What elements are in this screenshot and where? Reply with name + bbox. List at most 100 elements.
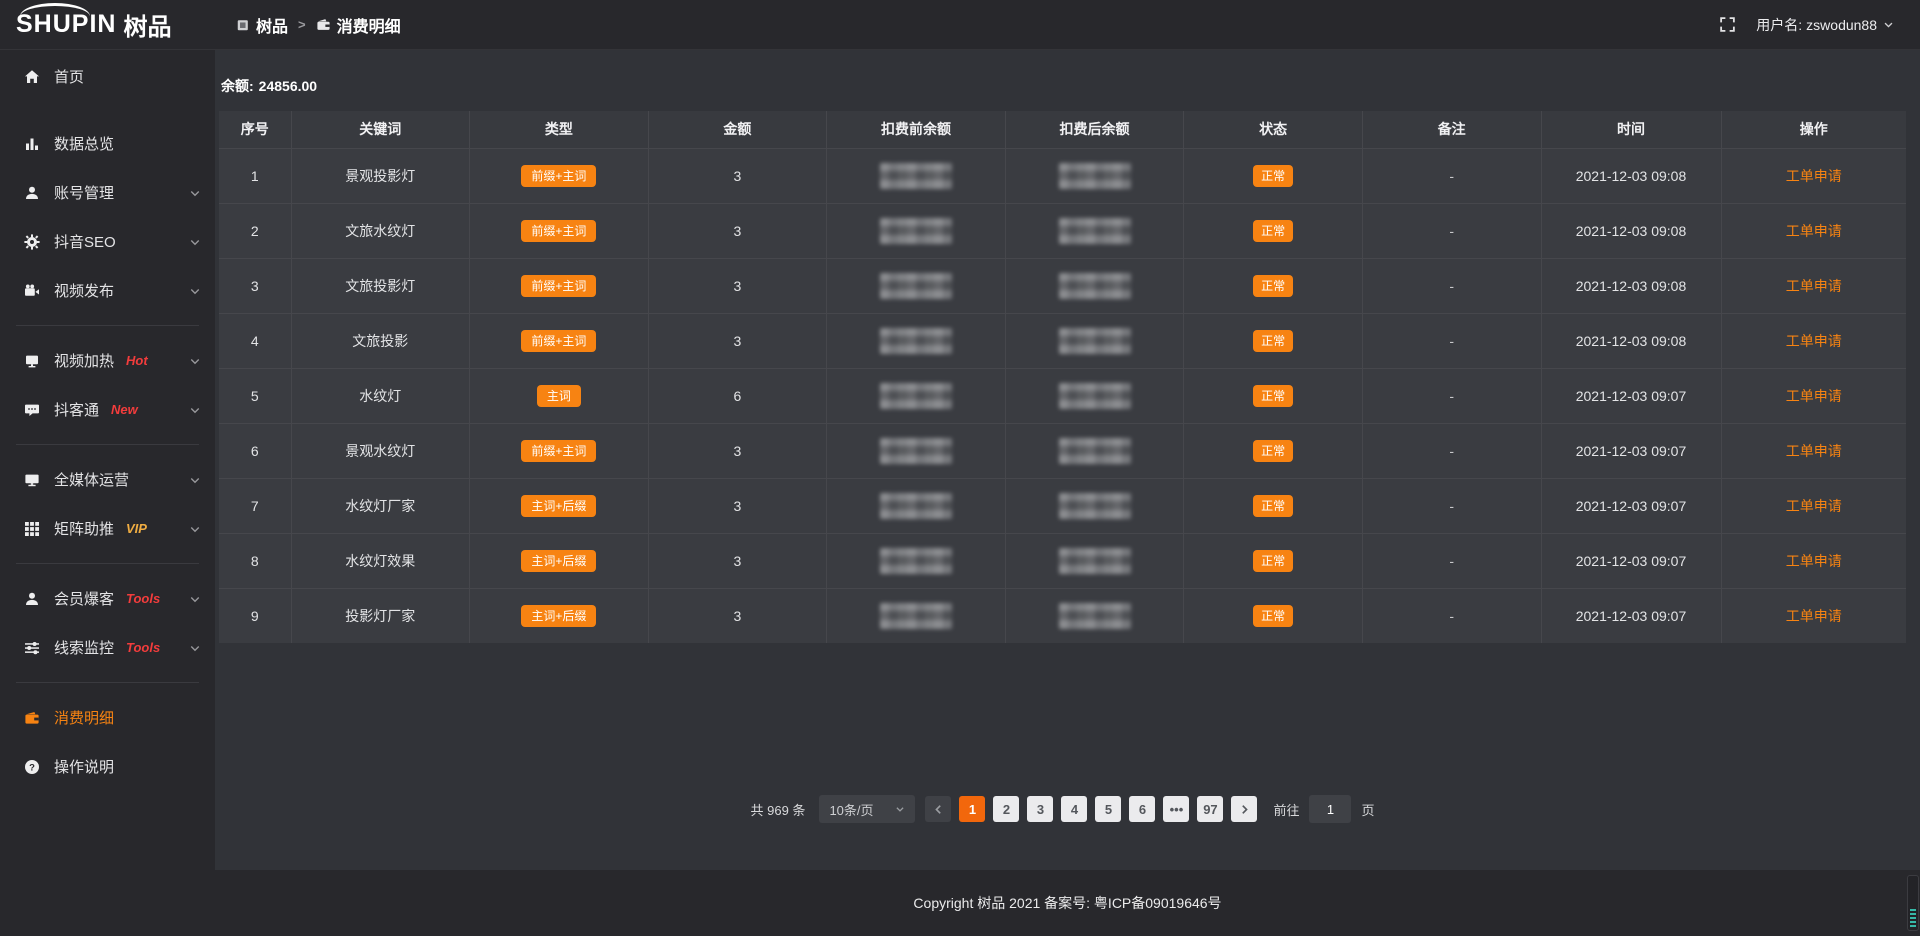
sidebar-item-label: 会员爆客 — [54, 588, 114, 609]
sidebar-item-operation-guide[interactable]: ?操作说明 — [0, 742, 215, 791]
cell-remark: - — [1362, 313, 1541, 368]
sidebar-item-home[interactable]: 首页 — [0, 52, 215, 101]
sidebar-item-label: 视频加热 — [54, 350, 114, 371]
sidebar-menu: 首页数据总览账号管理抖音SEO视频发布视频加热Hot抖客通New全媒体运营矩阵助… — [0, 52, 215, 791]
cell-balance-after — [1005, 478, 1184, 533]
column-header: 扣费后余额 — [1005, 111, 1184, 148]
work-order-link[interactable]: 工单申请 — [1786, 223, 1842, 239]
prev-page-button[interactable] — [925, 796, 951, 822]
cell-action: 工单申请 — [1721, 478, 1906, 533]
column-header: 时间 — [1541, 111, 1721, 148]
cell-keyword: 景观投影灯 — [291, 148, 470, 203]
cell-balance-after — [1005, 368, 1184, 423]
cell-status: 正常 — [1184, 533, 1363, 588]
cell-status: 正常 — [1184, 588, 1363, 643]
type-badge: 主词 — [537, 385, 581, 407]
cell-time: 2021-12-03 09:08 — [1541, 313, 1721, 368]
cell-amount: 3 — [648, 313, 827, 368]
cell-status: 正常 — [1184, 368, 1363, 423]
sidebar-item-douketong[interactable]: 抖客通New — [0, 385, 215, 434]
sidebar-item-label: 矩阵助推 — [54, 518, 114, 539]
username-menu[interactable]: 用户名: zswodun88 — [1756, 15, 1894, 35]
column-header: 状态 — [1184, 111, 1363, 148]
table-row: 1景观投影灯前缀+主词3正常-2021-12-03 09:08工单申请 — [219, 148, 1906, 203]
cell-amount: 3 — [648, 533, 827, 588]
cell-amount: 3 — [648, 423, 827, 478]
cell-balance-before — [827, 533, 1006, 588]
scroll-widget — [1907, 875, 1919, 931]
goto-page-input[interactable] — [1309, 795, 1351, 823]
page-button-97[interactable]: 97 — [1197, 796, 1223, 822]
work-order-link[interactable]: 工单申请 — [1786, 608, 1842, 624]
work-order-link[interactable]: 工单申请 — [1786, 333, 1842, 349]
next-page-button[interactable] — [1231, 796, 1257, 822]
status-badge: 正常 — [1253, 495, 1293, 517]
cell-keyword: 景观水纹灯 — [291, 423, 470, 478]
work-order-link[interactable]: 工单申请 — [1786, 388, 1842, 404]
page-button-3[interactable]: 3 — [1027, 796, 1053, 822]
chevron-down-icon — [1883, 19, 1894, 30]
work-order-link[interactable]: 工单申请 — [1786, 498, 1842, 514]
cell-keyword: 投影灯厂家 — [291, 588, 470, 643]
cell-remark: - — [1362, 423, 1541, 478]
redacted-balance-after — [1059, 493, 1131, 519]
page-button-5[interactable]: 5 — [1095, 796, 1121, 822]
chevron-down-icon — [189, 236, 201, 248]
sidebar-item-matrix-boost[interactable]: 矩阵助推 VIP — [0, 504, 215, 553]
cell-balance-before — [827, 423, 1006, 478]
sliders-icon — [23, 640, 41, 656]
page-button-1[interactable]: 1 — [959, 796, 985, 822]
cell-balance-before — [827, 313, 1006, 368]
sidebar-item-member-burst[interactable]: 会员爆客 Tools — [0, 574, 215, 623]
work-order-link[interactable]: 工单申请 — [1786, 443, 1842, 459]
sidebar-item-video-publish[interactable]: 视频发布 — [0, 266, 215, 315]
sidebar-item-clue-monitor[interactable]: 线索监控Tools — [0, 623, 215, 672]
page-button-4[interactable]: 4 — [1061, 796, 1087, 822]
page-button-6[interactable]: 6 — [1129, 796, 1155, 822]
breadcrumb-current[interactable]: 消费明细 — [316, 13, 401, 37]
sidebar-item-douyin-seo[interactable]: 抖音SEO — [0, 217, 215, 266]
chevron-down-icon — [189, 404, 201, 416]
balance-label: 余额: — [221, 78, 254, 94]
cell-amount: 3 — [648, 258, 827, 313]
sidebar-item-label: 账号管理 — [54, 182, 114, 203]
sidebar-item-data-overview[interactable]: 数据总览 — [0, 119, 215, 168]
redacted-balance-after — [1059, 273, 1131, 299]
sidebar-item-label: 操作说明 — [54, 756, 114, 777]
sidebar-item-account-manage[interactable]: 账号管理 — [0, 168, 215, 217]
work-order-link[interactable]: 工单申请 — [1786, 168, 1842, 184]
chevron-down-icon — [189, 523, 201, 535]
app-window: SHUPIN 树品 树品 > 消费明细 用户名: — [0, 0, 1920, 936]
cell-action: 工单申请 — [1721, 588, 1906, 643]
cell-remark: - — [1362, 203, 1541, 258]
chevron-down-icon — [189, 593, 201, 605]
cell-time: 2021-12-03 09:08 — [1541, 258, 1721, 313]
page-size-select[interactable]: 10条/页 — [819, 795, 915, 823]
logo: SHUPIN 树品 — [0, 7, 215, 42]
page-button-2[interactable]: 2 — [993, 796, 1019, 822]
goto-suffix: 页 — [1361, 800, 1374, 819]
sidebar-item-badge: Tools — [126, 591, 160, 606]
total-count: 共 969 条 — [751, 800, 806, 819]
more-pages-button[interactable]: ••• — [1163, 796, 1189, 822]
sidebar-item-media-operation[interactable]: 全媒体运营 — [0, 455, 215, 504]
cell-balance-before — [827, 148, 1006, 203]
fullscreen-icon[interactable] — [1719, 16, 1736, 33]
redacted-balance-before — [880, 273, 952, 299]
cell-balance-after — [1005, 423, 1184, 478]
chevron-down-icon — [189, 642, 201, 654]
redacted-balance-before — [880, 493, 952, 519]
work-order-link[interactable]: 工单申请 — [1786, 553, 1842, 569]
work-order-link[interactable]: 工单申请 — [1786, 278, 1842, 294]
sidebar-item-video-heat[interactable]: 视频加热Hot — [0, 336, 215, 385]
user-icon — [23, 185, 41, 201]
sidebar-divider — [16, 563, 199, 564]
column-header: 备注 — [1362, 111, 1541, 148]
chevron-down-icon — [189, 474, 201, 486]
breadcrumb-home[interactable]: 树品 — [236, 13, 288, 37]
sidebar-item-badge: VIP — [126, 521, 147, 536]
sidebar-item-consume-detail[interactable]: 消费明细 — [0, 693, 215, 742]
redacted-balance-before — [880, 328, 952, 354]
consume-table: 序号关键词类型金额扣费前余额扣费后余额状态备注时间操作 1景观投影灯前缀+主词3… — [219, 111, 1906, 643]
redacted-balance-after — [1059, 548, 1131, 574]
